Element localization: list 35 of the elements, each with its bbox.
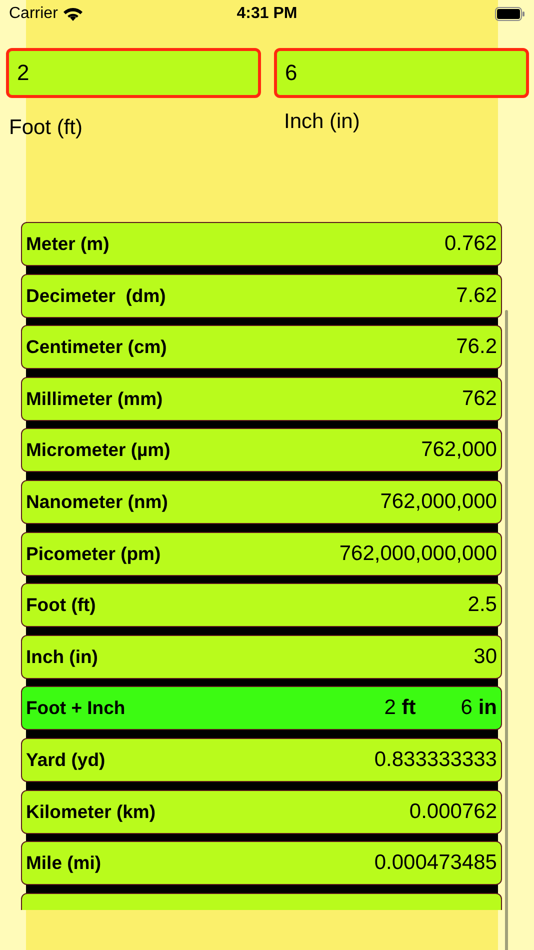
unit-label: Millimeter (mm) (26, 388, 163, 410)
unit-label: Mile (mi) (26, 852, 102, 874)
unit-label: Centimeter (cm) (26, 336, 167, 358)
number-field[interactable]: 6 (274, 48, 529, 98)
unit-label: Kilometer (km) (26, 800, 156, 823)
number-field[interactable]: 2 (6, 48, 261, 98)
unit-value: 2 ft (384, 696, 416, 720)
carrier-label: Carrier (9, 5, 58, 23)
unit-value: 0.833333333 (374, 748, 497, 772)
unit-value: 762,000,000 (380, 490, 497, 514)
unit-label: Nanometer (nm) (26, 490, 168, 513)
unit-value: 0.762 (444, 232, 497, 256)
unit-value: 0.000473485 (374, 851, 497, 876)
unit-value: 2.5 (468, 593, 497, 618)
unit-label: Foot (ft) (26, 594, 96, 616)
unit-label: Micrometer (µm) (26, 439, 170, 462)
unit-value: 0.000762 (409, 800, 497, 824)
unit-value: 762,000 (421, 438, 497, 462)
status-time: 4:31 PM (236, 5, 298, 22)
unit-value: 30 (474, 644, 497, 669)
wifi-icon (62, 6, 83, 22)
unit-value: 76.2 (456, 335, 497, 360)
unit-label: Picometer (pm) (26, 542, 161, 565)
field-label: Inch (in) (284, 110, 360, 134)
unit-label: Meter (m) (26, 233, 110, 255)
unit-value: 762,000,000,000 (339, 542, 497, 566)
unit-label: Foot + Inch (26, 697, 126, 720)
unit-label: Decimeter (dm) (26, 284, 166, 307)
unit-label: Yard (yd) (26, 748, 106, 771)
unit-value: 7.62 (456, 284, 497, 308)
unit-value: 6 in (460, 696, 497, 720)
unit-value: 762 (462, 386, 497, 411)
unit-label: Inch (in) (26, 646, 98, 668)
field-label: Foot (ft) (9, 116, 83, 140)
battery-icon (495, 7, 525, 21)
